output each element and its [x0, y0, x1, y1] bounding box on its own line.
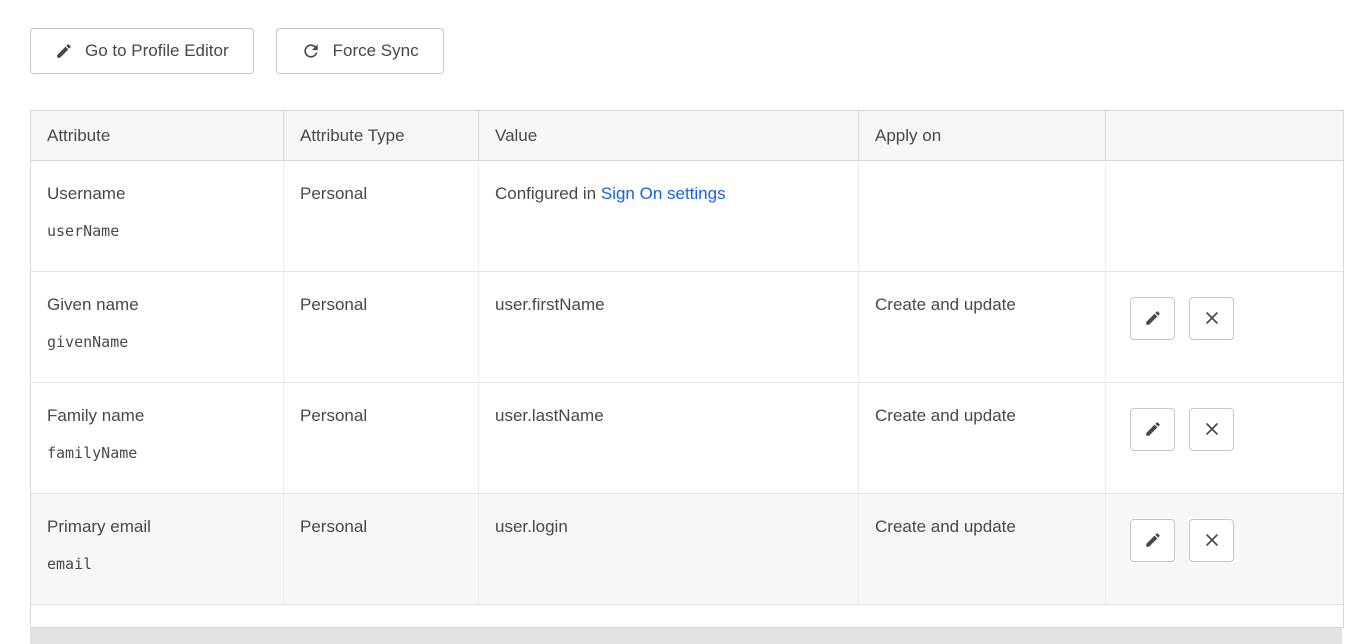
header-attribute-type: Attribute Type	[284, 111, 479, 161]
pencil-icon	[1144, 420, 1162, 438]
toolbar: Go to Profile Editor Force Sync	[30, 28, 1342, 74]
row-actions	[1130, 297, 1343, 340]
attribute-cell: Given name givenName	[31, 272, 284, 383]
attribute-cell: Family name familyName	[31, 383, 284, 494]
table-row-primary-email: Primary email email Personal user.login …	[31, 494, 1343, 605]
attribute-type-cell: Personal	[284, 494, 479, 605]
attribute-variable-name: givenName	[47, 333, 268, 351]
value-cell: Configured in Sign On settings	[479, 161, 859, 272]
go-to-profile-editor-label: Go to Profile Editor	[85, 41, 229, 61]
header-apply-on: Apply on	[859, 111, 1106, 161]
value-expression: user.lastName	[495, 406, 604, 425]
attribute-label: Family name	[47, 406, 268, 426]
delete-attribute-button[interactable]	[1189, 519, 1234, 562]
delete-attribute-button[interactable]	[1189, 297, 1234, 340]
x-icon	[1204, 310, 1220, 326]
apply-on-cell: Create and update	[859, 383, 1106, 494]
edit-attribute-button[interactable]	[1130, 408, 1175, 451]
value-text: Configured in	[495, 184, 596, 203]
attribute-variable-name: email	[47, 555, 268, 573]
actions-cell	[1106, 494, 1343, 605]
attribute-mappings-panel: Go to Profile Editor Force Sync Attribut…	[0, 0, 1370, 644]
attribute-label: Given name	[47, 295, 268, 315]
pencil-icon	[1144, 531, 1162, 549]
force-sync-label: Force Sync	[333, 41, 419, 61]
attribute-type: Personal	[300, 184, 367, 203]
apply-on-cell: Create and update	[859, 272, 1106, 383]
table-row-family-name: Family name familyName Personal user.las…	[31, 383, 1343, 494]
attribute-variable-name: familyName	[47, 444, 268, 462]
attribute-cell: Primary email email	[31, 494, 284, 605]
value-expression: user.firstName	[495, 295, 605, 314]
x-icon	[1204, 421, 1220, 437]
apply-on-cell	[859, 161, 1106, 272]
value-cell: user.lastName	[479, 383, 859, 494]
attribute-type-cell: Personal	[284, 383, 479, 494]
force-sync-button[interactable]: Force Sync	[276, 28, 444, 74]
pencil-icon	[1144, 309, 1162, 327]
row-actions	[1130, 408, 1343, 451]
x-icon	[1204, 532, 1220, 548]
value-cell: user.login	[479, 494, 859, 605]
next-section-partial	[30, 628, 1342, 644]
pencil-icon	[55, 42, 73, 60]
header-attribute: Attribute	[31, 111, 284, 161]
apply-on-value: Create and update	[875, 295, 1016, 314]
attribute-cell: Username userName	[31, 161, 284, 272]
attribute-mappings-table: Attribute Attribute Type Value Apply on …	[30, 110, 1344, 628]
table-row-partial	[31, 605, 1343, 627]
attribute-type-cell: Personal	[284, 161, 479, 272]
attribute-type: Personal	[300, 406, 367, 425]
attribute-label: Primary email	[47, 517, 268, 537]
table-row-username: Username userName Personal Configured in…	[31, 161, 1343, 272]
go-to-profile-editor-button[interactable]: Go to Profile Editor	[30, 28, 254, 74]
value-cell: user.firstName	[479, 272, 859, 383]
attribute-type: Personal	[300, 295, 367, 314]
table-row-given-name: Given name givenName Personal user.first…	[31, 272, 1343, 383]
edit-attribute-button[interactable]	[1130, 519, 1175, 562]
attribute-type-cell: Personal	[284, 272, 479, 383]
row-actions	[1130, 519, 1343, 562]
value-expression: user.login	[495, 517, 568, 536]
actions-cell	[1106, 272, 1343, 383]
apply-on-cell: Create and update	[859, 494, 1106, 605]
table-header-row: Attribute Attribute Type Value Apply on	[31, 111, 1343, 161]
actions-cell	[1106, 383, 1343, 494]
apply-on-value: Create and update	[875, 517, 1016, 536]
header-actions	[1106, 111, 1343, 161]
partial-row-cell	[31, 605, 1343, 627]
attribute-type: Personal	[300, 517, 367, 536]
refresh-icon	[301, 41, 321, 61]
actions-cell	[1106, 161, 1343, 272]
header-value: Value	[479, 111, 859, 161]
attribute-label: Username	[47, 184, 268, 204]
edit-attribute-button[interactable]	[1130, 297, 1175, 340]
sign-on-settings-link[interactable]: Sign On settings	[601, 184, 726, 203]
attribute-variable-name: userName	[47, 222, 268, 240]
apply-on-value: Create and update	[875, 406, 1016, 425]
delete-attribute-button[interactable]	[1189, 408, 1234, 451]
